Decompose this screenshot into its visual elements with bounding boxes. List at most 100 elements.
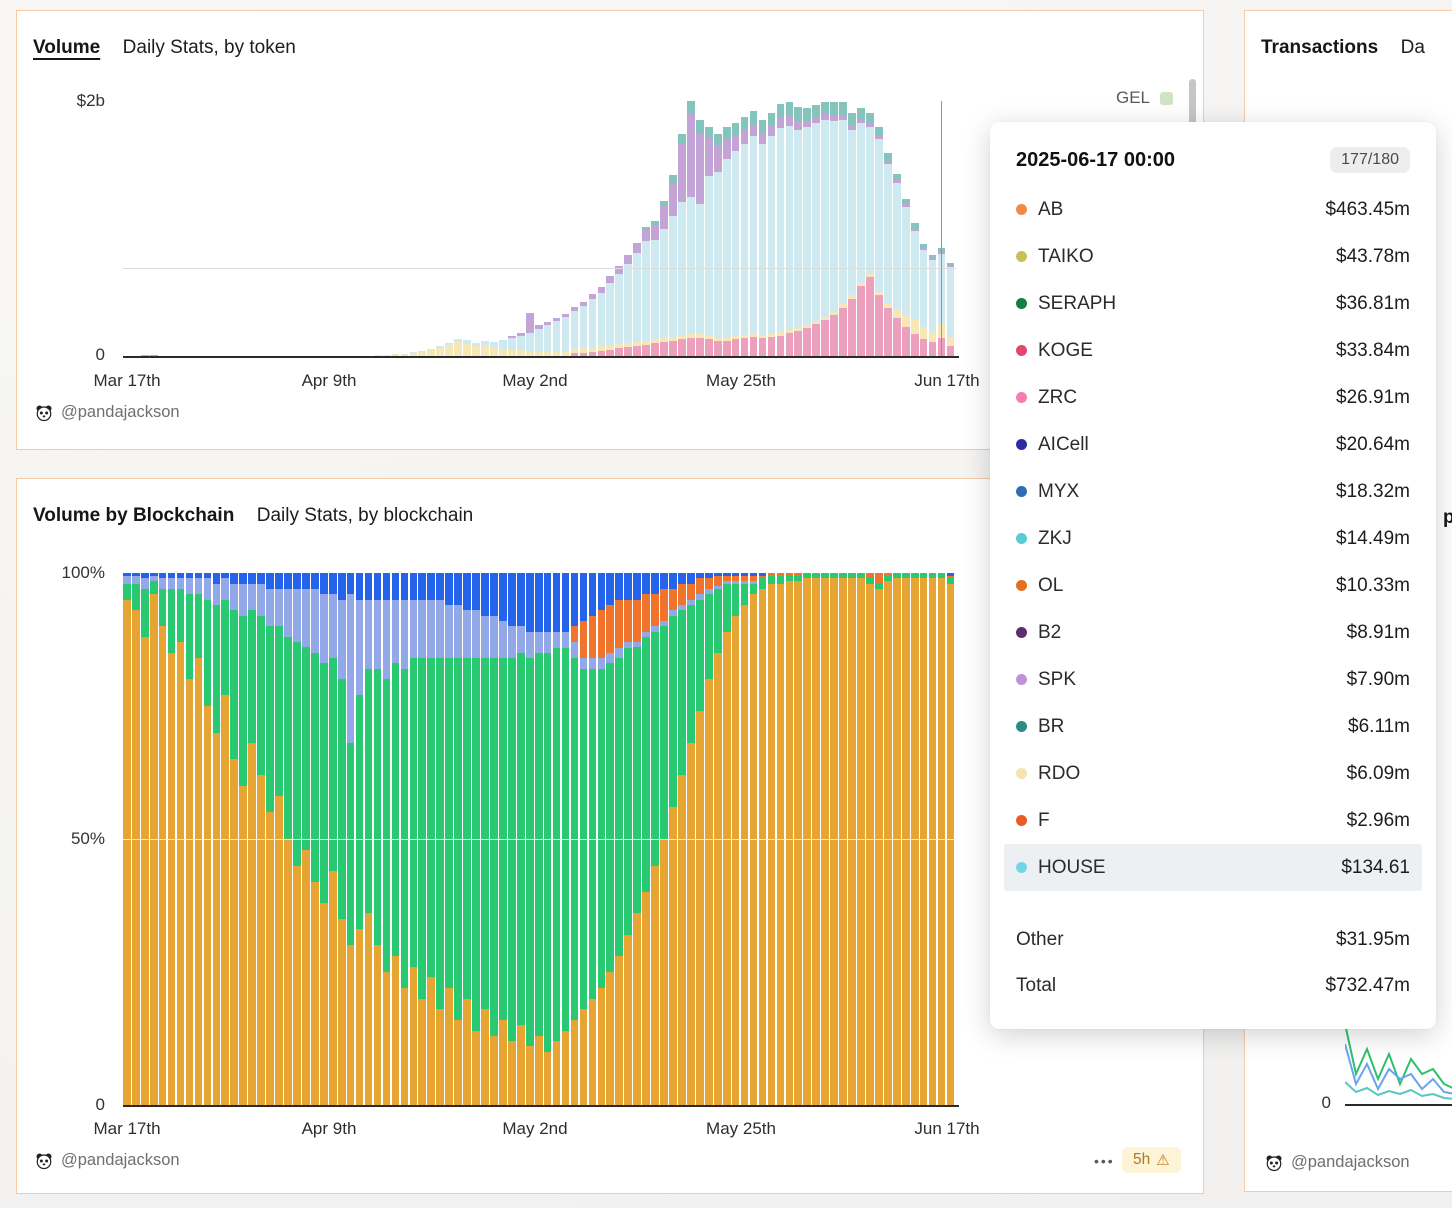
- bar-day-48[interactable]: [553, 318, 561, 356]
- bar-day-86[interactable]: [893, 174, 901, 356]
- segment-pink-tokens: [875, 295, 883, 356]
- bar-day-64[interactable]: [696, 120, 704, 356]
- blockchain-stacked-bar-chart[interactable]: [123, 573, 956, 1105]
- bar-day-68[interactable]: [732, 123, 740, 356]
- bar-day-75[interactable]: [794, 107, 802, 356]
- bar-day-52[interactable]: [589, 294, 597, 356]
- bar-day-49[interactable]: [562, 314, 570, 356]
- bar-day-90[interactable]: [929, 255, 937, 356]
- blockchain-attribution: @pandajackson: [35, 1151, 180, 1170]
- bar-day-76[interactable]: [803, 108, 811, 356]
- bar-day-40[interactable]: [481, 341, 489, 356]
- bar-day-46[interactable]: [535, 325, 543, 356]
- segment-amber-chain: [410, 967, 418, 1105]
- bar-day-81[interactable]: [848, 113, 856, 356]
- bar-day-79[interactable]: [830, 102, 838, 356]
- teal-line: [1345, 1082, 1452, 1099]
- staleness-badge[interactable]: 5h ⚠: [1122, 1147, 1181, 1173]
- bar-day-63[interactable]: [687, 101, 695, 356]
- segment-amber-chain: [723, 632, 731, 1105]
- tooltip-summary-total: Total$732.47m: [1016, 963, 1410, 1009]
- bar-day-42[interactable]: [499, 340, 507, 356]
- blockchain-x-tick-may25: May 25th: [681, 1119, 801, 1139]
- segment-teal-tokens: [759, 120, 767, 133]
- bar-day-67[interactable]: [723, 127, 731, 356]
- bar-day-78[interactable]: [821, 102, 829, 356]
- bar-day-92[interactable]: [947, 263, 955, 356]
- segment-pink-tokens: [660, 342, 668, 356]
- segment-orange-chain: [571, 626, 579, 642]
- segment-orange-chain: [580, 621, 588, 658]
- bar-day-35[interactable]: [436, 346, 444, 356]
- bar-day-45[interactable]: [526, 313, 534, 356]
- segment-cyan-tokens: [794, 130, 802, 328]
- bar-day-60[interactable]: [660, 201, 668, 357]
- transactions-panel-title[interactable]: Transactions: [1261, 37, 1378, 58]
- bar-day-73[interactable]: [777, 104, 785, 356]
- volume-attribution-handle[interactable]: @pandajackson: [61, 403, 180, 422]
- token-color-dot: [1016, 815, 1027, 826]
- bar-day-70[interactable]: [750, 111, 758, 356]
- segment-green-chain: [132, 584, 140, 611]
- bar-day-77[interactable]: [812, 105, 820, 356]
- panel-menu-button[interactable]: •••: [1094, 1153, 1115, 1169]
- bar-day-88[interactable]: [911, 223, 919, 356]
- bar-day-53[interactable]: [598, 287, 606, 356]
- bar-day-69[interactable]: [741, 117, 749, 356]
- bar-day-37[interactable]: [454, 339, 462, 356]
- bar-day-62[interactable]: [678, 134, 686, 356]
- bar-day-54[interactable]: [606, 276, 614, 356]
- segment-green-chain: [401, 669, 409, 988]
- token-name: RDO: [1038, 763, 1080, 785]
- bar-day-85[interactable]: [884, 153, 892, 356]
- bar-day-57[interactable]: [633, 243, 641, 356]
- bar-day-58[interactable]: [642, 227, 650, 356]
- blockchain-panel-title[interactable]: Volume by Blockchain: [33, 505, 234, 526]
- bar-day-55[interactable]: [615, 266, 623, 356]
- bar-day-50[interactable]: [571, 307, 579, 356]
- bar-day-84[interactable]: [875, 127, 883, 356]
- transactions-line-chart[interactable]: [1345, 1019, 1452, 1104]
- bar-day-39[interactable]: [472, 343, 480, 356]
- segment-teal-tokens: [696, 120, 704, 134]
- legend-swatch-gel[interactable]: [1160, 92, 1173, 105]
- bar-day-43[interactable]: [508, 336, 516, 356]
- bar-day-65[interactable]: [705, 127, 713, 356]
- bar-day-34[interactable]: [427, 349, 435, 356]
- segment-pink-tokens: [848, 299, 856, 356]
- bar-day-56[interactable]: [624, 255, 632, 356]
- bar-day-72[interactable]: [768, 113, 776, 356]
- bar-day-71[interactable]: [759, 120, 767, 356]
- segment-amber-chain: [642, 892, 650, 1105]
- segment-green-chain: [624, 648, 632, 935]
- bar-day-83[interactable]: [866, 113, 874, 357]
- bar-day-51[interactable]: [580, 302, 588, 356]
- bar-day-41[interactable]: [490, 342, 498, 356]
- bar-day-38[interactable]: [463, 340, 471, 356]
- bar-day-36[interactable]: [445, 343, 453, 356]
- segment-green-chain: [150, 581, 158, 594]
- segment-cyan-tokens: [929, 260, 937, 330]
- segment-amber-chain: [606, 972, 614, 1105]
- volume-x-tick-apr9: Apr 9th: [269, 371, 389, 391]
- blockchain-attribution-handle[interactable]: @pandajackson: [61, 1151, 180, 1170]
- bar-day-59[interactable]: [651, 221, 659, 356]
- volume-stacked-bar-chart[interactable]: [123, 101, 956, 356]
- bar-day-61[interactable]: [669, 175, 677, 356]
- segment-pink-tokens: [920, 339, 928, 356]
- legend-scrollbar-thumb[interactable]: [1189, 79, 1196, 125]
- segment-blue-chain: [374, 573, 382, 600]
- bar-day-87[interactable]: [902, 199, 910, 356]
- bar-day-82[interactable]: [857, 108, 865, 356]
- segment-green-chain: [213, 605, 221, 733]
- bar-day-89[interactable]: [920, 244, 928, 356]
- bar-day-44[interactable]: [517, 333, 525, 356]
- volume-panel-title[interactable]: Volume: [33, 37, 100, 58]
- segment-blue-chain: [454, 573, 462, 605]
- bar-day-74[interactable]: [786, 102, 794, 356]
- bar-day-80[interactable]: [839, 102, 847, 356]
- bar-day-66[interactable]: [714, 134, 722, 356]
- bar-day-47[interactable]: [544, 322, 552, 356]
- transactions-attribution-handle[interactable]: @pandajackson: [1291, 1153, 1410, 1172]
- legend-label-gel[interactable]: GEL: [1116, 88, 1150, 108]
